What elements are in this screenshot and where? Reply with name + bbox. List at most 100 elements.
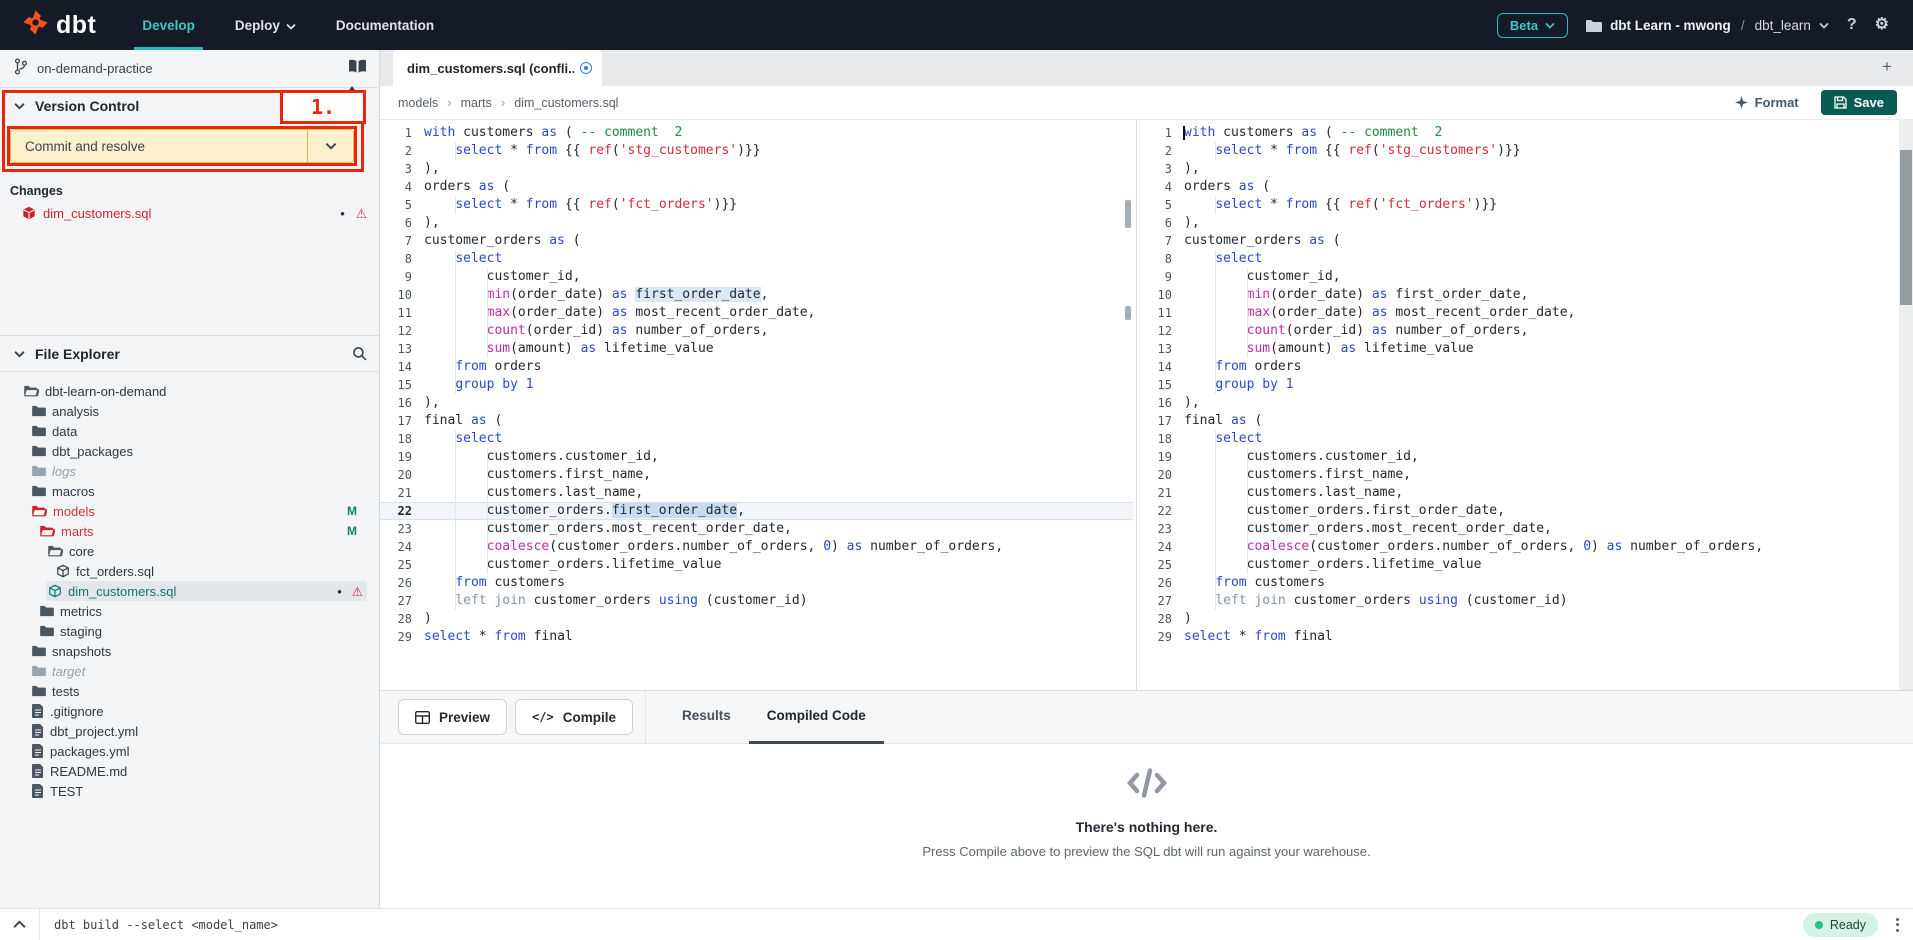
code-line-14[interactable]: 14 from orders — [1140, 358, 1899, 376]
breadcrumb-item-dim-customers-sql[interactable]: dim_customers.sql — [514, 96, 618, 110]
format-button[interactable]: Format — [1735, 95, 1799, 110]
branch-row[interactable]: on-demand-practice — [0, 50, 379, 88]
code-line-17[interactable]: 17final as ( — [1140, 412, 1899, 430]
code-line-15[interactable]: 15 group by 1 — [380, 376, 1133, 394]
dbt-logo[interactable]: dbt — [0, 9, 122, 41]
pane-divider[interactable] — [1136, 120, 1137, 690]
code-line-4[interactable]: 4orders as ( — [1140, 178, 1899, 196]
settings-gear-icon[interactable]: ⚙ — [1875, 17, 1889, 33]
code-line-2[interactable]: 2 select * from {{ ref('stg_customers')}… — [380, 142, 1133, 160]
editor-pane-right[interactable]: 1with customers as ( -- comment 22 selec… — [1140, 120, 1899, 690]
code-line-21[interactable]: 21 customers.last_name, — [1140, 484, 1899, 502]
tab-dim-customers[interactable]: dim_customers.sql (confli... — [393, 50, 602, 86]
file-tree-item-fct-orders-sql[interactable]: fct_orders.sql — [0, 561, 379, 581]
code-line-23[interactable]: 23 customer_orders.most_recent_order_dat… — [380, 520, 1133, 538]
file-tree-item-snapshots[interactable]: snapshots — [0, 641, 379, 661]
docs-book-icon[interactable] — [348, 59, 367, 79]
code-line-5[interactable]: 5 select * from {{ ref('fct_orders')}} — [1140, 196, 1899, 214]
code-line-4[interactable]: 4orders as ( — [380, 178, 1133, 196]
file-tree-item-logs[interactable]: logs — [0, 461, 379, 481]
code-line-24[interactable]: 24 coalesce(customer_orders.number_of_or… — [1140, 538, 1899, 556]
file-tree-item-analysis[interactable]: analysis — [0, 401, 379, 421]
file-tree-item-tests[interactable]: tests — [0, 681, 379, 701]
file-tree-item-dbt-packages[interactable]: dbt_packages — [0, 441, 379, 461]
code-line-7[interactable]: 7customer_orders as ( — [380, 232, 1133, 250]
code-line-23[interactable]: 23 customer_orders.most_recent_order_dat… — [1140, 520, 1899, 538]
file-tree-item-packages-yml[interactable]: packages.yml — [0, 741, 379, 761]
code-line-6[interactable]: 6), — [380, 214, 1133, 232]
code-line-27[interactable]: 27 left join customer_orders using (cust… — [380, 592, 1133, 610]
code-line-28[interactable]: 28) — [1140, 610, 1899, 628]
code-line-26[interactable]: 26 from customers — [380, 574, 1133, 592]
nav-item-deploy[interactable]: Deploy — [215, 0, 316, 50]
code-line-18[interactable]: 18 select — [380, 430, 1133, 448]
file-tree-item-gitignore[interactable]: .gitignore — [0, 701, 379, 721]
scrollbar-thumb[interactable] — [1900, 150, 1912, 305]
editor-pane-left[interactable]: 1with customers as ( -- comment 22 selec… — [380, 120, 1133, 690]
commit-and-resolve-button[interactable]: Commit and resolve — [10, 129, 354, 163]
kebab-menu-icon[interactable] — [1892, 914, 1903, 936]
code-line-26[interactable]: 26 from customers — [1140, 574, 1899, 592]
file-tree-item-target[interactable]: target — [0, 661, 379, 681]
file-tree-item-readme-md[interactable]: README.md — [0, 761, 379, 781]
breadcrumb-item-marts[interactable]: marts — [461, 96, 492, 110]
file-tree-item-marts[interactable]: martsM — [0, 521, 379, 541]
code-line-12[interactable]: 12 count(order_id) as number_of_orders, — [1140, 322, 1899, 340]
code-line-14[interactable]: 14 from orders — [380, 358, 1133, 376]
code-line-5[interactable]: 5 select * from {{ ref('fct_orders')}} — [380, 196, 1133, 214]
code-line-22[interactable]: 22 customer_orders.first_order_date, — [1140, 502, 1899, 520]
nav-item-documentation[interactable]: Documentation — [316, 0, 454, 50]
file-tree-item-dbt-project-yml[interactable]: dbt_project.yml — [0, 721, 379, 741]
code-line-8[interactable]: 8 select — [1140, 250, 1899, 268]
code-line-2[interactable]: 2 select * from {{ ref('stg_customers')}… — [1140, 142, 1899, 160]
breadcrumb-item-models[interactable]: models — [398, 96, 438, 110]
code-line-15[interactable]: 15 group by 1 — [1140, 376, 1899, 394]
editor-scrollbar[interactable] — [1899, 120, 1913, 690]
code-line-27[interactable]: 27 left join customer_orders using (cust… — [1140, 592, 1899, 610]
code-line-22[interactable]: 22 customer_orders.first_order_date, — [380, 502, 1133, 520]
code-line-21[interactable]: 21 customers.last_name, — [380, 484, 1133, 502]
code-line-29[interactable]: 29select * from final — [1140, 628, 1899, 646]
file-explorer-header[interactable]: File Explorer — [0, 335, 379, 372]
code-line-20[interactable]: 20 customers.first_name, — [1140, 466, 1899, 484]
code-line-9[interactable]: 9 customer_id, — [1140, 268, 1899, 286]
command-input[interactable]: dbt build --select <model_name> — [54, 918, 278, 932]
code-line-25[interactable]: 25 customer_orders.lifetime_value — [380, 556, 1133, 574]
project-selector[interactable]: dbt Learn - mwong / dbt_learn — [1586, 18, 1829, 33]
file-tree-item-data[interactable]: data — [0, 421, 379, 441]
code-line-28[interactable]: 28) — [380, 610, 1133, 628]
file-tree-item-test[interactable]: TEST — [0, 781, 379, 801]
tab-compiled-code[interactable]: Compiled Code — [749, 690, 884, 744]
compile-button[interactable]: </> Compile — [515, 699, 633, 735]
file-tree-item-dbt-learn-on-demand[interactable]: dbt-learn-on-demand — [0, 381, 379, 401]
code-line-6[interactable]: 6), — [1140, 214, 1899, 232]
new-tab-button[interactable]: + — [1882, 57, 1892, 77]
code-line-19[interactable]: 19 customers.customer_id, — [380, 448, 1133, 466]
code-line-10[interactable]: 10 min(order_date) as first_order_date, — [1140, 286, 1899, 304]
code-line-13[interactable]: 13 sum(amount) as lifetime_value — [1140, 340, 1899, 358]
help-icon[interactable]: ? — [1847, 17, 1857, 33]
file-tree-item-core[interactable]: core — [0, 541, 379, 561]
changed-file-dim-customers-sql[interactable]: dim_customers.sql•⚠ — [0, 202, 379, 224]
tab-results[interactable]: Results — [664, 690, 749, 744]
code-line-20[interactable]: 20 customers.first_name, — [380, 466, 1133, 484]
code-line-8[interactable]: 8 select — [380, 250, 1133, 268]
file-search-icon[interactable] — [352, 346, 367, 361]
code-line-3[interactable]: 3), — [1140, 160, 1899, 178]
code-line-1[interactable]: 1with customers as ( -- comment 2 — [1140, 124, 1899, 142]
expand-command-bar-icon[interactable] — [0, 920, 39, 929]
code-line-7[interactable]: 7customer_orders as ( — [1140, 232, 1899, 250]
code-line-24[interactable]: 24 coalesce(customer_orders.number_of_or… — [380, 538, 1133, 556]
code-line-1[interactable]: 1with customers as ( -- comment 2 — [380, 124, 1133, 142]
file-tree-item-macros[interactable]: macros — [0, 481, 379, 501]
code-line-16[interactable]: 16), — [1140, 394, 1899, 412]
code-line-10[interactable]: 10 min(order_date) as first_order_date, — [380, 286, 1133, 304]
preview-button[interactable]: Preview — [398, 699, 507, 735]
file-tree-item-dim-customers-sql[interactable]: dim_customers.sql•⚠ — [0, 581, 379, 601]
code-line-19[interactable]: 19 customers.customer_id, — [1140, 448, 1899, 466]
file-tree-item-staging[interactable]: staging — [0, 621, 379, 641]
commit-options-dropdown[interactable] — [307, 130, 353, 162]
beta-dropdown[interactable]: Beta — [1497, 13, 1568, 38]
save-button[interactable]: Save — [1821, 90, 1897, 115]
code-line-3[interactable]: 3), — [380, 160, 1133, 178]
